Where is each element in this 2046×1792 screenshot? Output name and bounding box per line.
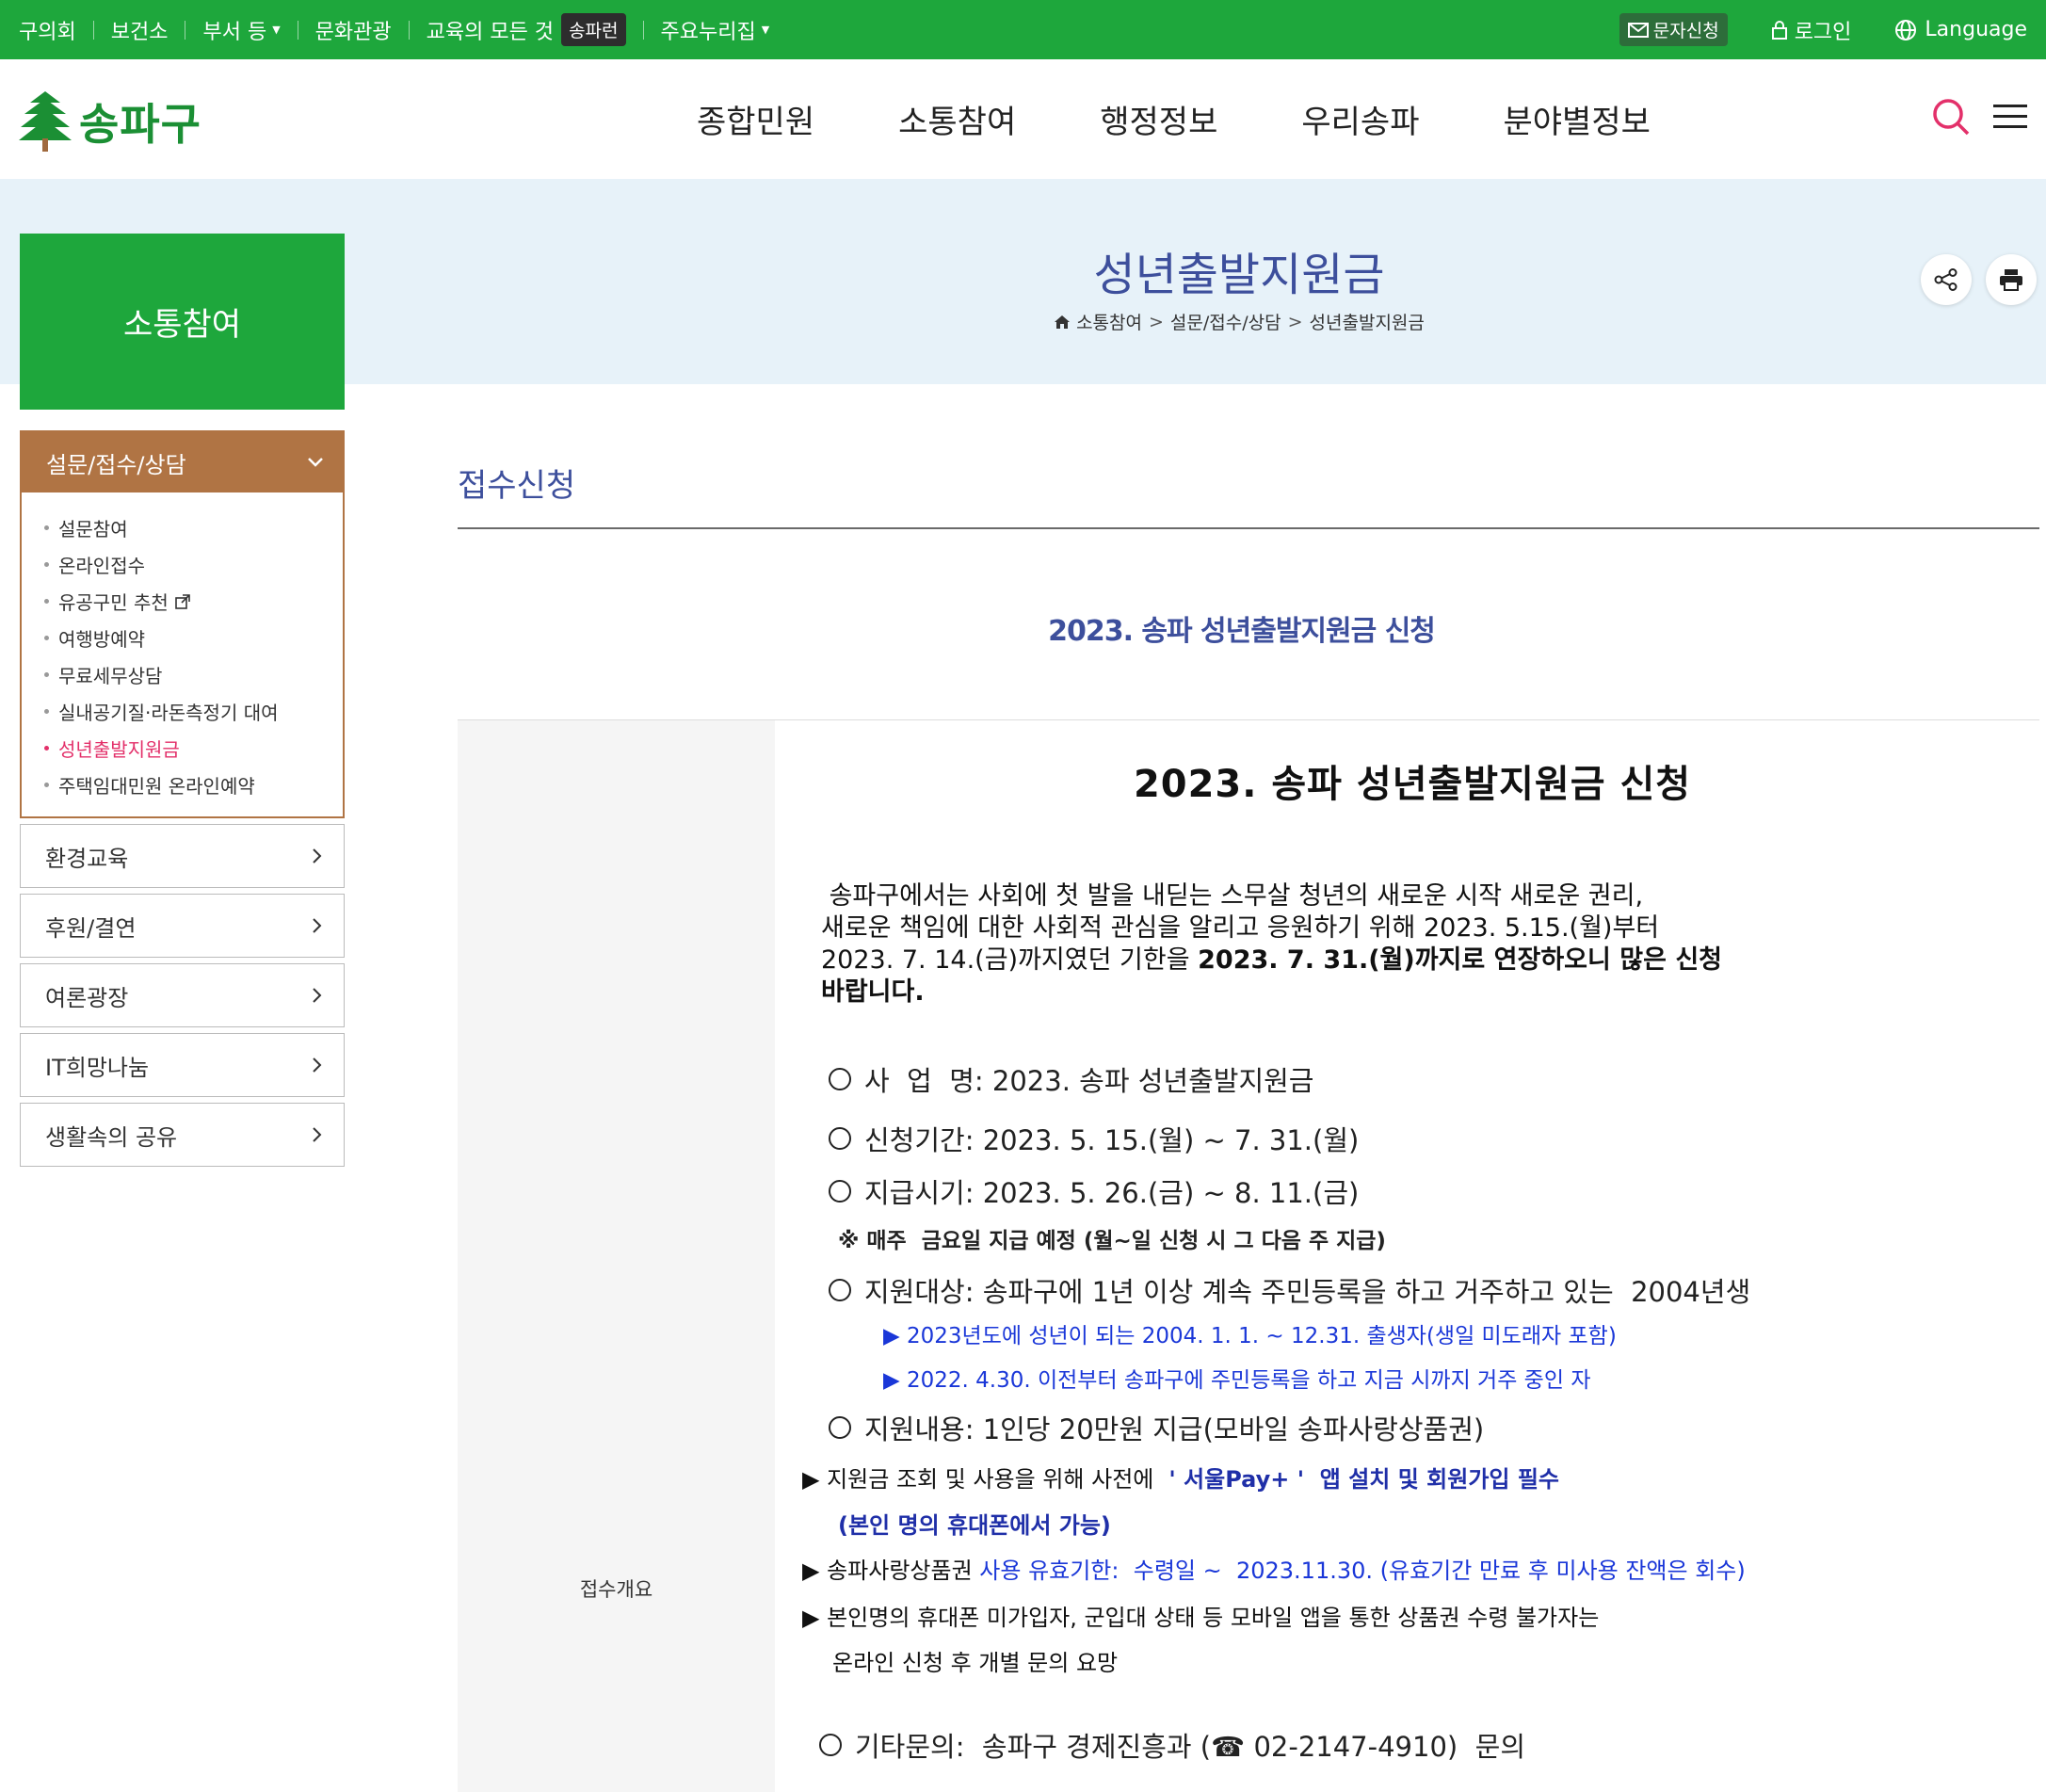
songparun-badge: 송파런 (561, 13, 626, 46)
hamburger-menu-icon[interactable] (1993, 103, 2027, 131)
notice-validity: ▶ 송파사랑상품권 사용 유효기한: 수령일 ~ 2023.11.30. (유효… (802, 1558, 1746, 1584)
table-header-cell (458, 720, 775, 1792)
info-support: 지원내용: 1인당 20만원 지급(모바일 송파사랑상품권) (829, 1408, 1484, 1447)
notice-title: 2023. 송파 성년출발지원금 신청 (1133, 763, 1692, 806)
circle-bullet-icon (829, 1068, 851, 1090)
weekly-payment-note: ※ 매주 금요일 지급 예정 (월~일 신청 시 그 다음 주 지급) (838, 1229, 1386, 1253)
printer-icon (2000, 269, 2022, 291)
sidebar-item-lease-reservation[interactable]: 주택임대민원 온라인예약 (44, 767, 343, 803)
util-link-main-sites[interactable]: 주요누리집 ▼ (661, 15, 770, 45)
sidebar-item-tax-consult[interactable]: 무료세무상담 (44, 656, 343, 693)
external-link-icon (174, 593, 190, 609)
chevron-right-icon (313, 918, 322, 933)
sidebar-group-it-sharing[interactable]: IT희망나눔 (20, 1033, 345, 1097)
sidebar-group-public-forum[interactable]: 여론광장 (20, 963, 345, 1027)
circle-bullet-icon (829, 1127, 851, 1150)
nav-item-participation[interactable]: 소통참여 (898, 96, 1016, 142)
row-label: 접수개요 (579, 1578, 653, 1601)
notice-intro: 송파구에서는 사회에 첫 발을 내딛는 스무살 청년의 새로운 시작 새로운 권… (821, 881, 1723, 1007)
nav-item-our-songpa[interactable]: 우리송파 (1301, 96, 1419, 142)
section-divider (458, 527, 2039, 529)
breadcrumb-separator: > (1149, 311, 1164, 332)
main-navigation: 종합민원 소통참여 행정정보 우리송파 분야별정보 (697, 59, 1651, 179)
notice-seoulpay: ▶ 지원금 조회 및 사용을 위해 사전에 ' 서울Pay+ ' 앱 설치 및 … (802, 1466, 1559, 1493)
notice-seoulpay-sub: (본인 명의 휴대폰에서 가능) (838, 1512, 1111, 1539)
nav-item-field-info[interactable]: 분야별정보 (1504, 96, 1651, 142)
sidebar-item-adult-start-fund[interactable]: 성년출발지원금 (44, 730, 343, 767)
breadcrumb: 소통참여 > 설문/접수/상담 > 성년출발지원금 (721, 309, 1757, 334)
share-button[interactable] (1921, 254, 1972, 305)
print-button[interactable] (1986, 254, 2037, 305)
sidebar-item-travel-room[interactable]: 여행방예약 (44, 620, 343, 656)
home-icon[interactable] (1054, 315, 1071, 330)
caret-down-icon: ▼ (272, 24, 281, 36)
sidebar-item-survey[interactable]: 설문참여 (44, 509, 343, 546)
target-condition-residence: ▶ 2022. 4.30. 이전부터 송파구에 주민등록을 하고 지금 시까지 … (883, 1368, 1591, 1393)
sms-apply-button[interactable]: 문자신청 (1619, 13, 1728, 46)
share-icon (1934, 268, 1957, 291)
sidebar-title: 소통참여 (20, 234, 345, 410)
circle-bullet-icon (829, 1279, 851, 1301)
sidebar-group-toggle[interactable]: 설문/접수/상담 (22, 432, 343, 492)
page-title: 성년출발지원금 (1093, 249, 1385, 301)
login-link[interactable]: 로그인 (1771, 15, 1851, 45)
chevron-down-icon (308, 458, 323, 467)
util-link-departments[interactable]: 부서 등 ▼ (202, 15, 280, 45)
chevron-right-icon (313, 848, 322, 864)
sidebar-group-survey: 설문/접수/상담 설문참여 온라인접수 유공구민 추천 여행방예약 무료세무상담… (20, 430, 345, 818)
nav-item-administration[interactable]: 행정정보 (1100, 96, 1217, 142)
lock-icon (1771, 20, 1787, 40)
sidebar-item-merit-citizen[interactable]: 유공구민 추천 (44, 583, 343, 620)
breadcrumb-item-current: 성년출발지원금 (1309, 313, 1425, 333)
notice-unavailable-sub: 온라인 신청 후 개별 문의 요망 (832, 1650, 1119, 1676)
chevron-right-icon (313, 1127, 322, 1142)
sidebar-group-env-education[interactable]: 환경교육 (20, 824, 345, 888)
divider (408, 20, 410, 40)
circle-bullet-icon (829, 1416, 851, 1439)
pine-tree-logo-icon (19, 91, 72, 152)
site-header: 송파구 종합민원 소통참여 행정정보 우리송파 분야별정보 (0, 59, 2046, 179)
breadcrumb-item[interactable]: 소통참여 (1076, 309, 1142, 334)
site-logo[interactable]: 송파구 (19, 89, 201, 153)
language-link[interactable]: Language (1894, 18, 2027, 41)
breadcrumb-separator: > (1287, 311, 1303, 332)
divider (642, 20, 644, 40)
info-contact: 기타문의: 송파구 경제진흥과 (☎ 02-2147-4910) 문의 (819, 1725, 1525, 1765)
globe-icon (1895, 19, 1917, 40)
info-target: 지원대상: 송파구에 1년 이상 계속 주민등록을 하고 거주하고 있는 200… (829, 1270, 1750, 1310)
divider (92, 20, 94, 40)
info-project-name: 사 업 명: 2023. 송파 성년출발지원금 (829, 1059, 1313, 1099)
form-title: 2023. 송파 성년출발지원금 신청 (1048, 615, 1436, 648)
notice-unavailable: ▶ 본인명의 휴대폰 미가입자, 군입대 상태 등 모바일 앱을 통한 상품권 … (802, 1605, 1600, 1631)
utility-bar: 구의회 보건소 부서 등 ▼ 문화관광 교육의 모든 것 송파런 주요누리집 ▼ 문자… (0, 0, 2046, 59)
sidebar-item-radon-rental[interactable]: 실내공기질·라돈측정기 대여 (44, 693, 343, 730)
nav-item-civil-service[interactable]: 종합민원 (697, 96, 814, 142)
chevron-right-icon (313, 988, 322, 1003)
mail-icon (1627, 22, 1649, 38)
info-application-period: 신청기간: 2023. 5. 15.(월) ~ 7. 31.(월) (829, 1119, 1359, 1158)
util-link-health[interactable]: 보건소 (111, 15, 169, 45)
info-payment-period: 지급시기: 2023. 5. 26.(금) ~ 8. 11.(금) (829, 1171, 1359, 1211)
target-condition-birth: ▶ 2023년도에 성년이 되는 2004. 1. 1. ~ 12.31. 출생… (883, 1324, 1617, 1348)
sidebar-group-sponsorship[interactable]: 후원/결연 (20, 894, 345, 958)
caret-down-icon: ▼ (761, 24, 770, 36)
section-title: 접수신청 (458, 467, 576, 505)
sidebar-item-online-reception[interactable]: 온라인접수 (44, 546, 343, 583)
sidebar-submenu: 설문참여 온라인접수 유공구민 추천 여행방예약 무료세무상담 실내공기질·라돈… (22, 492, 343, 816)
util-link-council[interactable]: 구의회 (19, 15, 76, 45)
circle-bullet-icon (819, 1734, 842, 1756)
util-link-culture[interactable]: 문화관광 (315, 15, 392, 45)
util-link-education[interactable]: 교육의 모든 것 송파런 (427, 13, 626, 46)
circle-bullet-icon (829, 1180, 851, 1203)
sidebar-nav: 설문/접수/상담 설문참여 온라인접수 유공구민 추천 여행방예약 무료세무상담… (20, 430, 345, 1167)
search-icon[interactable] (1931, 97, 1971, 137)
sidebar-group-life-sharing[interactable]: 생활속의 공유 (20, 1103, 345, 1167)
breadcrumb-item[interactable]: 설문/접수/상담 (1170, 309, 1281, 334)
chevron-right-icon (313, 1057, 322, 1073)
